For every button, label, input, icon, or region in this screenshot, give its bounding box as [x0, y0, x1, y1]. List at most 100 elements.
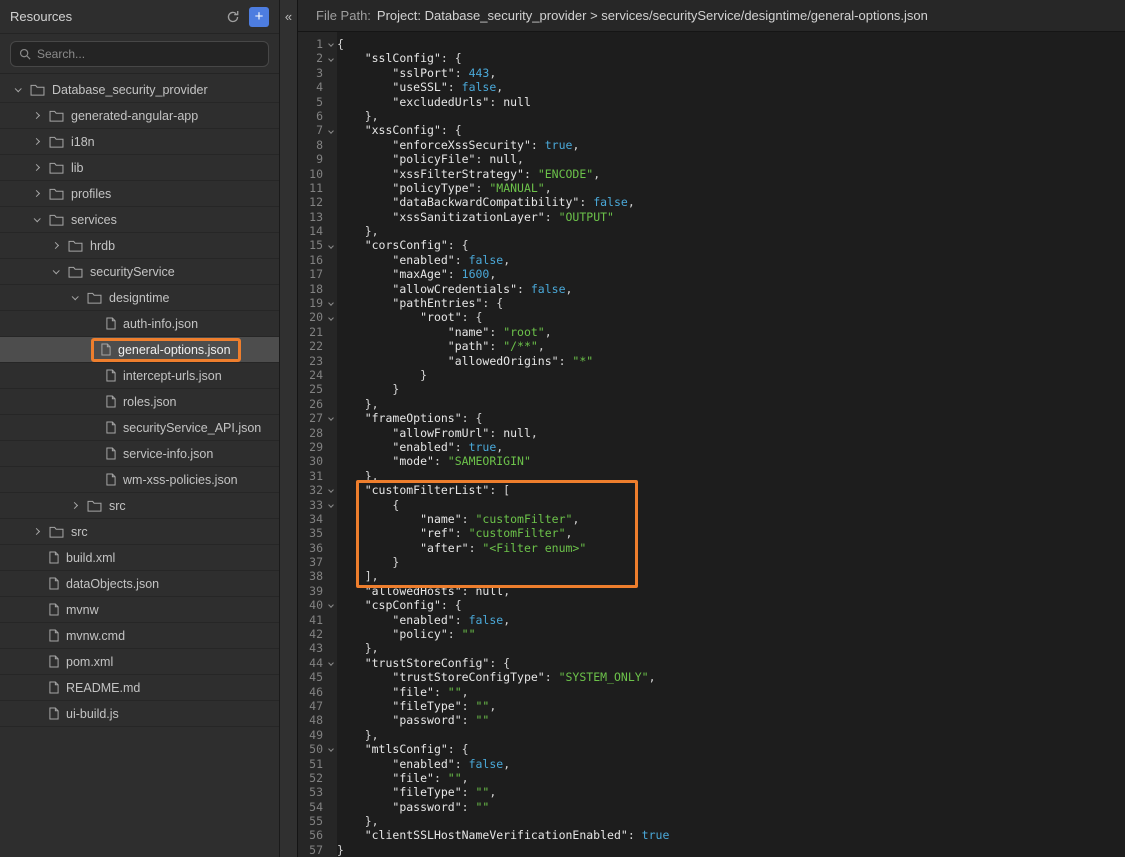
code-line[interactable]: 2 "sslConfig": {	[298, 51, 1125, 65]
code-line[interactable]: 1{	[298, 37, 1125, 51]
tree-item-profiles[interactable]: profiles	[0, 181, 279, 207]
code-line[interactable]: 12 "dataBackwardCompatibility": false,	[298, 195, 1125, 209]
tree-item-src[interactable]: src	[0, 493, 279, 519]
fold-chevron-icon[interactable]	[324, 483, 337, 497]
tree-item-src[interactable]: src	[0, 519, 279, 545]
tree-item-readme-md[interactable]: README.md	[0, 675, 279, 701]
code-line[interactable]: 31 },	[298, 469, 1125, 483]
caret-down-icon[interactable]	[48, 269, 62, 274]
fold-chevron-icon[interactable]	[324, 598, 337, 612]
code-line[interactable]: 46 "file": "",	[298, 685, 1125, 699]
code-line[interactable]: 26 },	[298, 397, 1125, 411]
fold-chevron-icon[interactable]	[324, 37, 337, 51]
fold-chevron-icon[interactable]	[324, 656, 337, 670]
caret-right-icon[interactable]	[29, 191, 43, 196]
code-line[interactable]: 48 "password": ""	[298, 713, 1125, 727]
search-input[interactable]	[37, 47, 260, 61]
code-line[interactable]: 37 }	[298, 555, 1125, 569]
code-line[interactable]: 39 "allowedHosts": null,	[298, 584, 1125, 598]
tree-item-i18n[interactable]: i18n	[0, 129, 279, 155]
code-line[interactable]: 27 "frameOptions": {	[298, 411, 1125, 425]
fold-chevron-icon[interactable]	[324, 310, 337, 324]
fold-chevron-icon[interactable]	[324, 123, 337, 137]
code-line[interactable]: 50 "mtlsConfig": {	[298, 742, 1125, 756]
code-line[interactable]: 21 "name": "root",	[298, 325, 1125, 339]
code-line[interactable]: 6 },	[298, 109, 1125, 123]
tree-item-auth-info-json[interactable]: auth-info.json	[0, 311, 279, 337]
code-line[interactable]: 24 }	[298, 368, 1125, 382]
code-line[interactable]: 11 "policyType": "MANUAL",	[298, 181, 1125, 195]
code-line[interactable]: 36 "after": "<Filter enum>"	[298, 541, 1125, 555]
code-line[interactable]: 23 "allowedOrigins": "*"	[298, 354, 1125, 368]
code-line[interactable]: 28 "allowFromUrl": null,	[298, 426, 1125, 440]
code-line[interactable]: 53 "fileType": "",	[298, 785, 1125, 799]
code-line[interactable]: 57}	[298, 843, 1125, 857]
tree-item-intercept-urls-json[interactable]: intercept-urls.json	[0, 363, 279, 389]
code-line[interactable]: 52 "file": "",	[298, 771, 1125, 785]
code-line[interactable]: 17 "maxAge": 1600,	[298, 267, 1125, 281]
tree-item-build-xml[interactable]: build.xml	[0, 545, 279, 571]
caret-down-icon[interactable]	[29, 217, 43, 222]
code-line[interactable]: 34 "name": "customFilter",	[298, 512, 1125, 526]
code-line[interactable]: 44 "trustStoreConfig": {	[298, 656, 1125, 670]
code-line[interactable]: 55 },	[298, 814, 1125, 828]
caret-right-icon[interactable]	[48, 243, 62, 248]
code-line[interactable]: 29 "enabled": true,	[298, 440, 1125, 454]
code-line[interactable]: 10 "xssFilterStrategy": "ENCODE",	[298, 167, 1125, 181]
code-line[interactable]: 41 "enabled": false,	[298, 613, 1125, 627]
code-line[interactable]: 15 "corsConfig": {	[298, 238, 1125, 252]
tree-item-general-options-json[interactable]: general-options.json	[0, 337, 279, 363]
code-line[interactable]: 45 "trustStoreConfigType": "SYSTEM_ONLY"…	[298, 670, 1125, 684]
tree-item-securityservice[interactable]: securityService	[0, 259, 279, 285]
fold-chevron-icon[interactable]	[324, 411, 337, 425]
code-line[interactable]: 42 "policy": ""	[298, 627, 1125, 641]
code-line[interactable]: 40 "cspConfig": {	[298, 598, 1125, 612]
code-line[interactable]: 9 "policyFile": null,	[298, 152, 1125, 166]
collapse-sidebar-button[interactable]: «	[281, 6, 297, 26]
code-line[interactable]: 35 "ref": "customFilter",	[298, 526, 1125, 540]
code-line[interactable]: 49 },	[298, 728, 1125, 742]
code-editor[interactable]: 1{2 "sslConfig": {3 "sslPort": 443,4 "us…	[298, 32, 1125, 857]
tree-item-pom-xml[interactable]: pom.xml	[0, 649, 279, 675]
tree-item-database-security-provider[interactable]: Database_security_provider	[0, 77, 279, 103]
tree-item-securityservice-api-json[interactable]: securityService_API.json	[0, 415, 279, 441]
code-line[interactable]: 22 "path": "/**",	[298, 339, 1125, 353]
fold-chevron-icon[interactable]	[324, 51, 337, 65]
tree-item-services[interactable]: services	[0, 207, 279, 233]
code-line[interactable]: 14 },	[298, 224, 1125, 238]
caret-down-icon[interactable]	[10, 87, 24, 92]
add-resource-button[interactable]: +	[249, 7, 269, 27]
tree-item-wm-xss-policies-json[interactable]: wm-xss-policies.json	[0, 467, 279, 493]
search-input-wrapper[interactable]	[10, 41, 269, 67]
tree-item-mvnw-cmd[interactable]: mvnw.cmd	[0, 623, 279, 649]
tree-item-roles-json[interactable]: roles.json	[0, 389, 279, 415]
tree-item-hrdb[interactable]: hrdb	[0, 233, 279, 259]
tree-item-generated-angular-app[interactable]: generated-angular-app	[0, 103, 279, 129]
refresh-button[interactable]	[226, 10, 240, 24]
code-line[interactable]: 3 "sslPort": 443,	[298, 66, 1125, 80]
fold-chevron-icon[interactable]	[324, 296, 337, 310]
fold-chevron-icon[interactable]	[324, 742, 337, 756]
code-line[interactable]: 5 "excludedUrls": null	[298, 95, 1125, 109]
code-line[interactable]: 20 "root": {	[298, 310, 1125, 324]
tree-item-mvnw[interactable]: mvnw	[0, 597, 279, 623]
code-line[interactable]: 56 "clientSSLHostNameVerificationEnabled…	[298, 828, 1125, 842]
tree-item-designtime[interactable]: designtime	[0, 285, 279, 311]
code-line[interactable]: 47 "fileType": "",	[298, 699, 1125, 713]
caret-down-icon[interactable]	[67, 295, 81, 300]
code-line[interactable]: 33 {	[298, 498, 1125, 512]
code-line[interactable]: 51 "enabled": false,	[298, 757, 1125, 771]
caret-right-icon[interactable]	[67, 503, 81, 508]
code-line[interactable]: 19 "pathEntries": {	[298, 296, 1125, 310]
code-line[interactable]: 13 "xssSanitizationLayer": "OUTPUT"	[298, 210, 1125, 224]
code-line[interactable]: 7 "xssConfig": {	[298, 123, 1125, 137]
caret-right-icon[interactable]	[29, 113, 43, 118]
code-line[interactable]: 16 "enabled": false,	[298, 253, 1125, 267]
tree-item-service-info-json[interactable]: service-info.json	[0, 441, 279, 467]
fold-chevron-icon[interactable]	[324, 498, 337, 512]
code-line[interactable]: 32 "customFilterList": [	[298, 483, 1125, 497]
code-line[interactable]: 38 ],	[298, 569, 1125, 583]
code-line[interactable]: 8 "enforceXssSecurity": true,	[298, 138, 1125, 152]
tree-item-lib[interactable]: lib	[0, 155, 279, 181]
code-line[interactable]: 25 }	[298, 382, 1125, 396]
